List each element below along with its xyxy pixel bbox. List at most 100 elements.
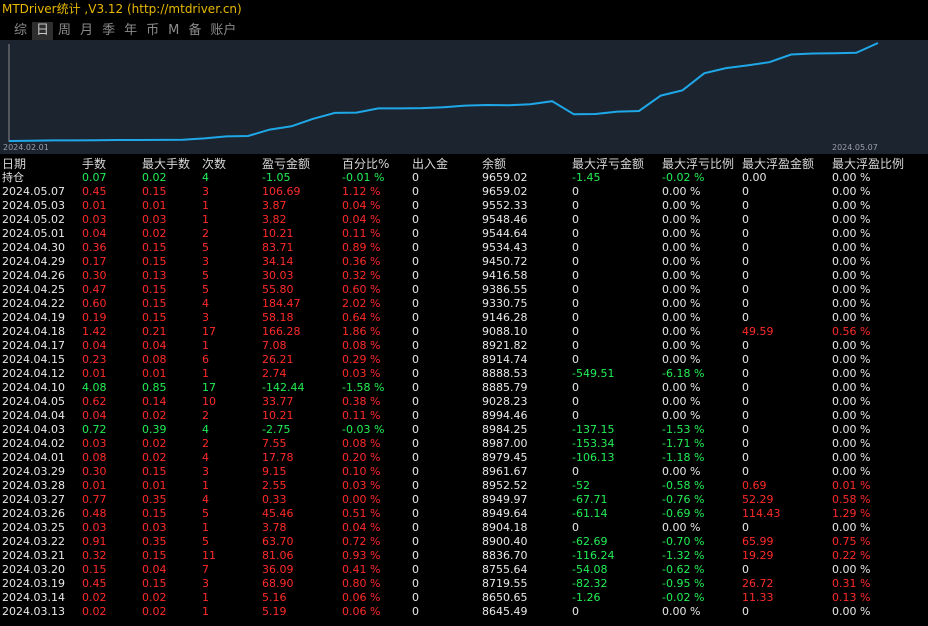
table-row[interactable]: 2024.04.10 4.08 0.85 17 -142.44 -1.58 % 0 8885.…: [0, 381, 928, 395]
cell-max-lots: 0.15: [142, 283, 167, 296]
table-row[interactable]: 2024.03.26 0.48 0.15 5 45.46 0.51 % 0 8949.64 -6…: [0, 507, 928, 521]
cell-max-loss-pct: -0.76 %: [662, 493, 705, 506]
tab-8[interactable]: 备: [184, 22, 205, 40]
table-row[interactable]: 2024.05.02 0.03 0.03 1 3.82 0.04 % 0 9548.46 0 0.…: [0, 213, 928, 227]
table-row[interactable]: 2024.04.26 0.30 0.13 5 30.03 0.32 % 0 9416.58 0 0…: [0, 269, 928, 283]
cell-balance: 8921.82: [482, 339, 528, 352]
cell-max-gain: 11.33: [742, 591, 774, 604]
cell-pct: 0.04 %: [342, 213, 381, 226]
cell-max-gain-pct: 0.00 %: [832, 381, 871, 394]
cell-pnl: 63.70: [262, 535, 294, 548]
column-header[interactable]: 百分比%: [342, 157, 389, 171]
cell-balance: 9028.23: [482, 395, 528, 408]
column-header[interactable]: 次数: [202, 157, 226, 171]
table-row[interactable]: 2024.03.20 0.15 0.04 7 36.09 0.41 % 0 8755.64 -5…: [0, 563, 928, 577]
table-row[interactable]: 2024.04.18 1.42 0.21 17 166.28 1.86 % 0 9088.10…: [0, 325, 928, 339]
table-row[interactable]: 2024.04.22 0.60 0.15 4 184.47 2.02 % 0 9330.75 0…: [0, 297, 928, 311]
column-header[interactable]: 最大手数: [142, 157, 190, 171]
table-row[interactable]: 2024.03.19 0.45 0.15 3 68.90 0.80 % 0 8719.55 -8…: [0, 577, 928, 591]
table-row[interactable]: 2024.03.27 0.77 0.35 4 0.33 0.00 % 0 8949.97 -67…: [0, 493, 928, 507]
table-row[interactable]: 2024.05.01 0.04 0.02 2 10.21 0.11 % 0 9544.64 0 0…: [0, 227, 928, 241]
cell-max-loss: -137.15: [572, 423, 615, 436]
table-row[interactable]: 2024.03.14 0.02 0.02 1 5.16 0.06 % 0 8650.65 -1.…: [0, 591, 928, 605]
table-row[interactable]: 2024.04.30 0.36 0.15 5 83.71 0.89 % 0 9534.43 0 0…: [0, 241, 928, 255]
cell-max-lots: 0.14: [142, 395, 167, 408]
column-header[interactable]: 日期: [2, 157, 26, 171]
cell-balance: 8645.49: [482, 605, 528, 618]
column-header[interactable]: 最大浮盈金额: [742, 157, 814, 171]
table-row[interactable]: 2024.04.01 0.08 0.02 4 17.78 0.20 % 0 8979.45 -1…: [0, 451, 928, 465]
cell-max-loss-pct: -6.18 %: [662, 367, 705, 380]
cell-count: 17: [202, 325, 216, 338]
cell-io: 0: [412, 605, 419, 618]
cell-max-loss-pct: -1.32 %: [662, 549, 705, 562]
table-row[interactable]: 2024.04.04 0.04 0.02 2 10.21 0.11 % 0 8994.46 0 0…: [0, 409, 928, 423]
table-row[interactable]: 2024.04.25 0.47 0.15 5 55.80 0.60 % 0 9386.55 0 0…: [0, 283, 928, 297]
tab-4[interactable]: 季: [98, 22, 119, 40]
tab-6[interactable]: 币: [142, 22, 163, 40]
tab-9[interactable]: 账户: [206, 22, 240, 40]
table-row[interactable]: 2024.04.19 0.19 0.15 3 58.18 0.64 % 0 9146.28 0 0…: [0, 311, 928, 325]
cell-pct: 0.64 %: [342, 311, 381, 324]
cell-pct: 0.03 %: [342, 367, 381, 380]
cell-pct: 0.89 %: [342, 241, 381, 254]
cell-max-loss-pct: 0.00 %: [662, 395, 701, 408]
cell-balance: 8904.18: [482, 521, 528, 534]
cell-max-loss-pct: 0.00 %: [662, 213, 701, 226]
cell-balance: 8650.65: [482, 591, 528, 604]
table-row[interactable]: 2024.05.03 0.01 0.01 1 3.87 0.04 % 0 9552.33 0 0.…: [0, 199, 928, 213]
tab-5[interactable]: 年: [120, 22, 141, 40]
table-row[interactable]: 2024.03.29 0.30 0.15 3 9.15 0.10 % 0 8961.67 0 0.…: [0, 465, 928, 479]
cell-io: 0: [412, 213, 419, 226]
tab-1[interactable]: 日: [32, 22, 54, 40]
cell-balance: 8952.52: [482, 479, 528, 492]
period-tabs: 综日周月季年币 M 备账户: [10, 22, 241, 40]
table-row[interactable]: 2024.03.25 0.03 0.03 1 3.78 0.04 % 0 8904.18 0 0.…: [0, 521, 928, 535]
table-row[interactable]: 2024.05.07 0.45 0.15 3 106.69 1.12 % 0 9659.02 0…: [0, 185, 928, 199]
table-row[interactable]: 2024.04.02 0.03 0.02 2 7.55 0.08 % 0 8987.00 -15…: [0, 437, 928, 451]
cell-max-loss: 0: [572, 465, 579, 478]
cell-date: 2024.03.19: [2, 577, 65, 590]
column-header[interactable]: 最大浮盈比例: [832, 157, 904, 171]
table-row[interactable]: 持仓 0.07 0.02 4 -1.05 -0.01 % 0 9659.02 -1.45 -0.0…: [0, 171, 928, 185]
cell-max-loss-pct: -1.71 %: [662, 437, 705, 450]
cell-balance: 9146.28: [482, 311, 528, 324]
column-header[interactable]: 盈亏金额: [262, 157, 310, 171]
cell-io: 0: [412, 549, 419, 562]
cell-max-gain: 0: [742, 283, 749, 296]
table-row[interactable]: 2024.04.29 0.17 0.15 3 34.14 0.36 % 0 9450.72 0 0…: [0, 255, 928, 269]
table-row[interactable]: 2024.04.12 0.01 0.01 1 2.74 0.03 % 0 8888.53 -54…: [0, 367, 928, 381]
table-row[interactable]: 2024.04.03 0.72 0.39 4 -2.75 -0.03 % 0 8984.25 -…: [0, 423, 928, 437]
cell-balance: 9088.10: [482, 325, 528, 338]
table-row[interactable]: 2024.03.13 0.02 0.02 1 5.19 0.06 % 0 8645.49 0 0.…: [0, 605, 928, 619]
column-header[interactable]: 出入金: [412, 157, 448, 171]
tab-0[interactable]: 综: [10, 22, 31, 40]
table-row[interactable]: 2024.04.15 0.23 0.08 6 26.21 0.29 % 0 8914.74 0 0…: [0, 353, 928, 367]
cell-max-loss-pct: 0.00 %: [662, 241, 701, 254]
cell-io: 0: [412, 297, 419, 310]
cell-lots: 0.03: [82, 437, 107, 450]
table-row[interactable]: 2024.04.17 0.04 0.04 1 7.08 0.08 % 0 8921.82 0 0.…: [0, 339, 928, 353]
table-row[interactable]: 2024.03.28 0.01 0.01 1 2.55 0.03 % 0 8952.52 -52…: [0, 479, 928, 493]
column-header[interactable]: 余额: [482, 157, 506, 171]
tab-2[interactable]: 周: [54, 22, 75, 40]
table-row[interactable]: 2024.03.21 0.32 0.15 11 81.06 0.93 % 0 8836.70 -…: [0, 549, 928, 563]
cell-pnl: 36.09: [262, 563, 294, 576]
cell-max-loss: -61.14: [572, 507, 608, 520]
tab-7[interactable]: M: [164, 22, 183, 40]
cell-count: 1: [202, 605, 209, 618]
table-row[interactable]: 2024.04.05 0.62 0.14 10 33.77 0.38 % 0 9028.23 0…: [0, 395, 928, 409]
column-header[interactable]: 最大浮亏比例: [662, 157, 734, 171]
cell-count: 4: [202, 493, 209, 506]
table-row[interactable]: 2024.03.22 0.91 0.35 5 63.70 0.72 % 0 8900.40 -6…: [0, 535, 928, 549]
cell-io: 0: [412, 479, 419, 492]
cell-io: 0: [412, 241, 419, 254]
cell-count: 1: [202, 479, 209, 492]
column-header[interactable]: 最大浮亏金额: [572, 157, 644, 171]
tab-3[interactable]: 月: [76, 22, 97, 40]
column-header[interactable]: 手数: [82, 157, 106, 171]
cell-max-gain-pct: 0.56 %: [832, 325, 871, 338]
cell-pct: 0.36 %: [342, 255, 381, 268]
cell-date: 2024.04.18: [2, 325, 65, 338]
cell-io: 0: [412, 367, 419, 380]
